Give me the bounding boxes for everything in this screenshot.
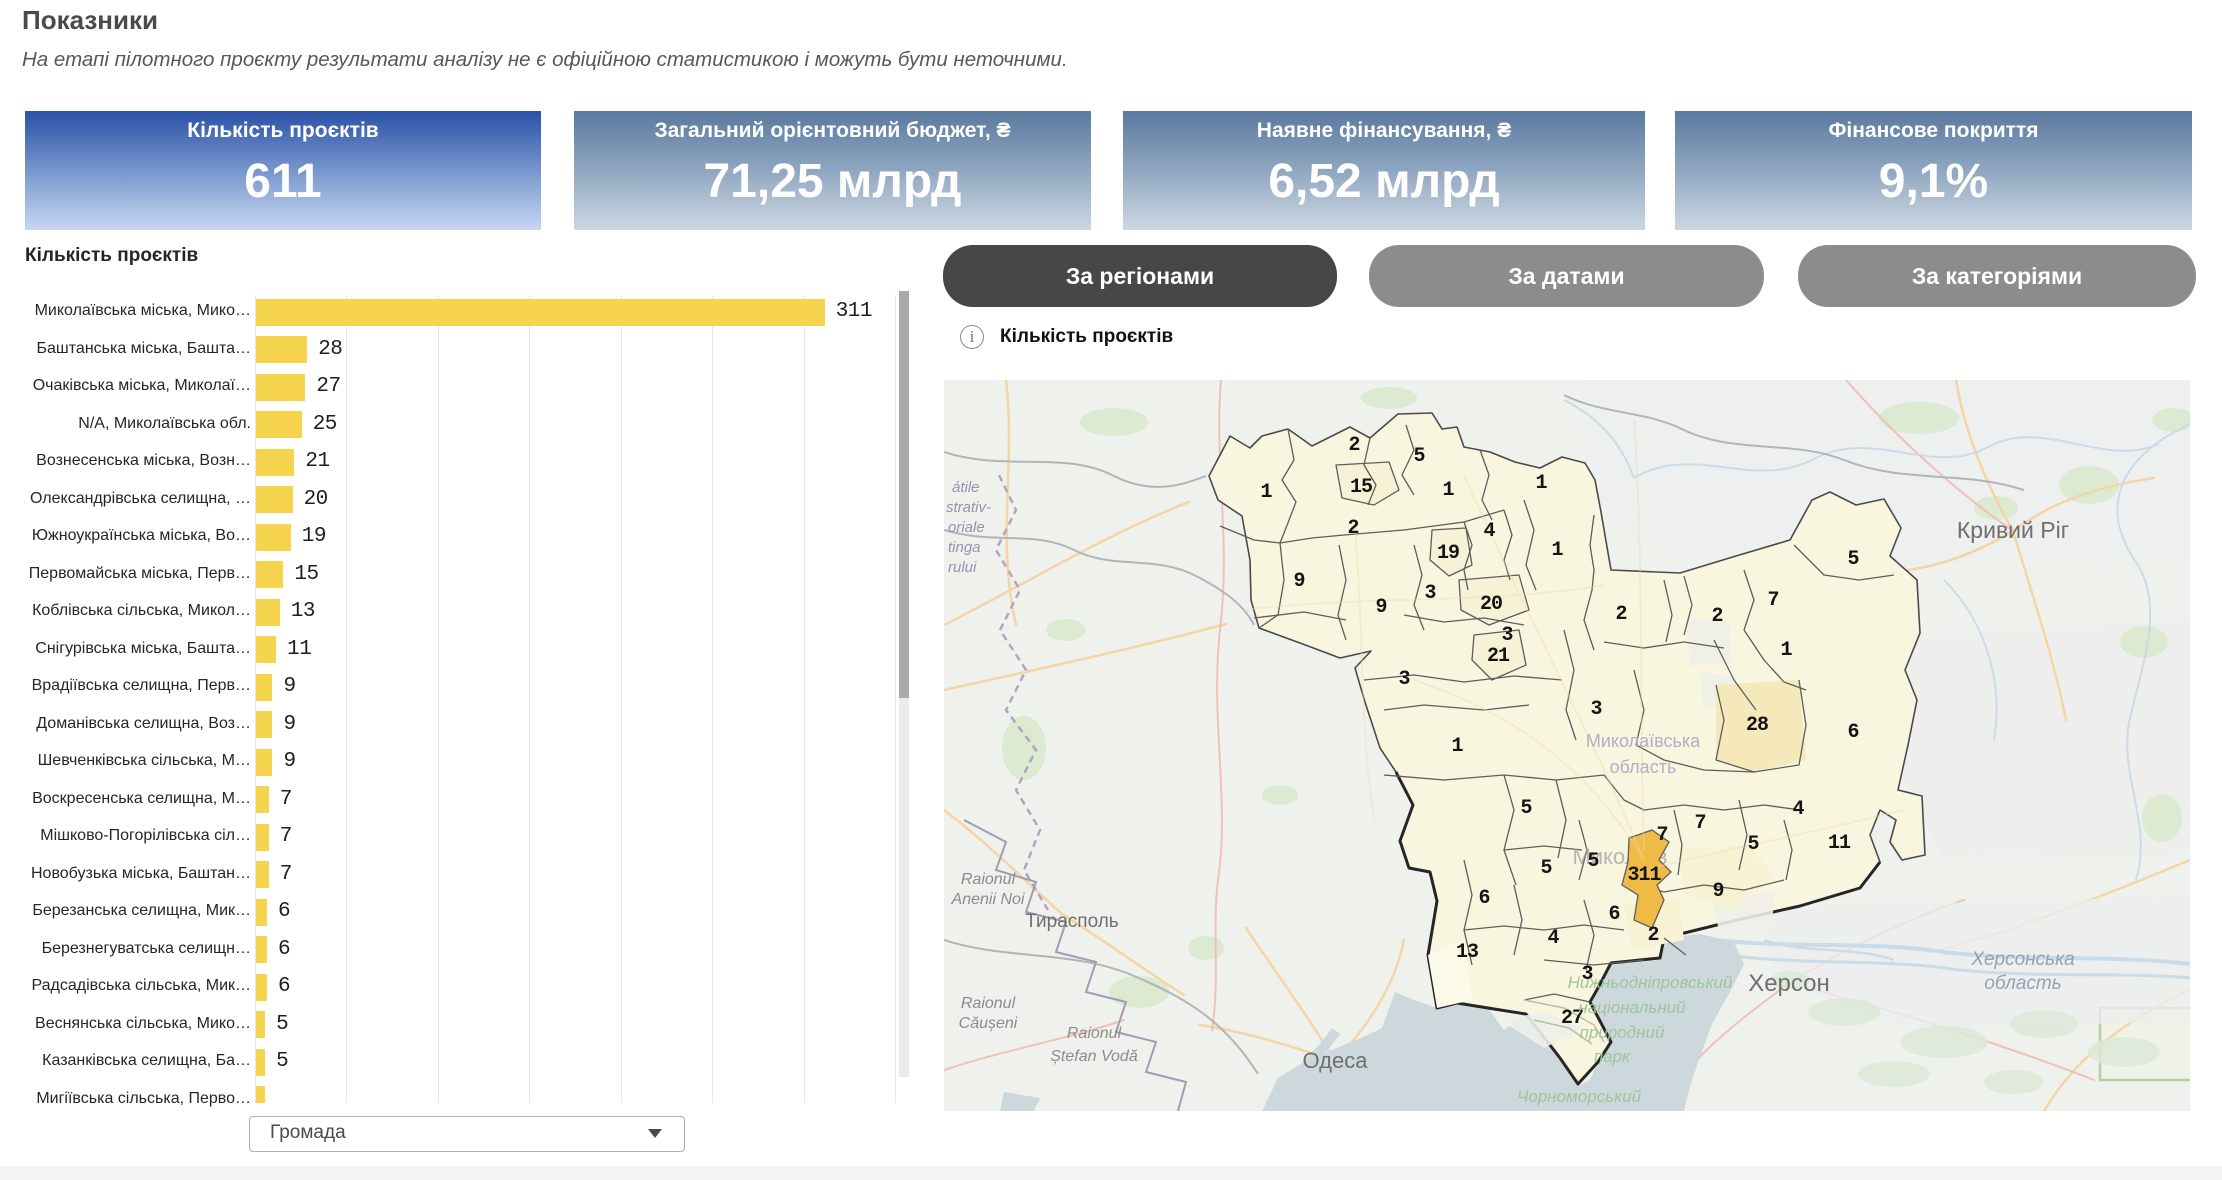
svg-text:oriale: oriale (948, 519, 985, 536)
svg-text:природний: природний (1580, 1023, 1665, 1042)
svg-text:9: 9 (1375, 596, 1386, 619)
svg-text:національний: національний (1578, 998, 1686, 1017)
svg-text:1: 1 (1780, 639, 1792, 662)
svg-text:20: 20 (1480, 593, 1502, 616)
svg-text:6: 6 (1608, 903, 1619, 926)
svg-text:Căușeni: Căușeni (959, 1015, 1018, 1032)
svg-text:2: 2 (1347, 517, 1358, 540)
svg-text:6: 6 (1478, 887, 1489, 910)
svg-text:19: 19 (1437, 542, 1459, 565)
svg-text:7: 7 (1694, 812, 1705, 835)
svg-text:2: 2 (1647, 924, 1658, 947)
svg-text:2: 2 (1615, 603, 1626, 626)
svg-text:Нижньодніпровський: Нижньодніпровський (1568, 973, 1733, 992)
svg-text:strativ-: strativ- (946, 499, 991, 516)
svg-text:rului: rului (948, 559, 977, 576)
svg-text:Raionul: Raionul (961, 995, 1016, 1012)
svg-text:4: 4 (1547, 927, 1559, 950)
svg-text:Anenii Noi: Anenii Noi (951, 891, 1025, 908)
svg-text:3: 3 (1501, 624, 1512, 647)
svg-text:3: 3 (1590, 698, 1601, 721)
svg-text:21: 21 (1487, 645, 1510, 668)
svg-text:Чорноморський: Чорноморський (1517, 1087, 1642, 1106)
svg-text:13: 13 (1456, 941, 1478, 964)
svg-text:9: 9 (1293, 570, 1304, 593)
svg-text:5: 5 (1520, 797, 1531, 820)
svg-text:15: 15 (1350, 476, 1372, 499)
svg-text:Ștefan Vodă: Ștefan Vodă (1050, 1048, 1138, 1065)
svg-text:5: 5 (1747, 833, 1758, 856)
svg-text:1: 1 (1451, 735, 1463, 758)
svg-text:1: 1 (1260, 481, 1272, 504)
svg-text:Одеса: Одеса (1303, 1048, 1369, 1073)
svg-text:5: 5 (1847, 548, 1858, 571)
svg-text:парк: парк (1594, 1047, 1631, 1066)
svg-text:9: 9 (1712, 880, 1723, 903)
svg-text:11: 11 (1828, 832, 1851, 855)
svg-text:28: 28 (1746, 714, 1768, 737)
svg-text:5: 5 (1540, 857, 1551, 880)
svg-text:311: 311 (1627, 864, 1661, 887)
svg-text:átile: átile (952, 479, 980, 496)
svg-text:1: 1 (1551, 539, 1563, 562)
svg-text:5: 5 (1413, 445, 1424, 468)
svg-text:2: 2 (1348, 434, 1359, 457)
svg-text:3: 3 (1398, 668, 1409, 691)
svg-text:tinga: tinga (948, 539, 981, 556)
svg-text:3: 3 (1424, 582, 1435, 605)
svg-text:Херсон: Херсон (1748, 970, 1830, 997)
svg-text:4: 4 (1792, 798, 1804, 821)
svg-text:6: 6 (1847, 721, 1858, 744)
svg-text:область: область (1610, 757, 1677, 777)
svg-text:область: область (1984, 973, 2061, 994)
svg-text:2: 2 (1711, 605, 1722, 628)
svg-text:Миколаївська: Миколаївська (1586, 731, 1701, 751)
svg-text:Raionul: Raionul (961, 871, 1016, 888)
svg-text:Кривий Ріг: Кривий Ріг (1957, 517, 2069, 543)
svg-text:Raionul: Raionul (1067, 1025, 1122, 1042)
svg-text:1: 1 (1535, 472, 1547, 495)
svg-text:Тирасполь: Тирасполь (1025, 911, 1119, 932)
svg-text:5: 5 (1587, 850, 1598, 873)
svg-text:7: 7 (1767, 589, 1778, 612)
svg-text:1: 1 (1442, 479, 1454, 502)
svg-text:Херсонська: Херсонська (1970, 949, 2074, 970)
svg-text:7: 7 (1656, 824, 1667, 847)
svg-text:4: 4 (1483, 520, 1495, 543)
